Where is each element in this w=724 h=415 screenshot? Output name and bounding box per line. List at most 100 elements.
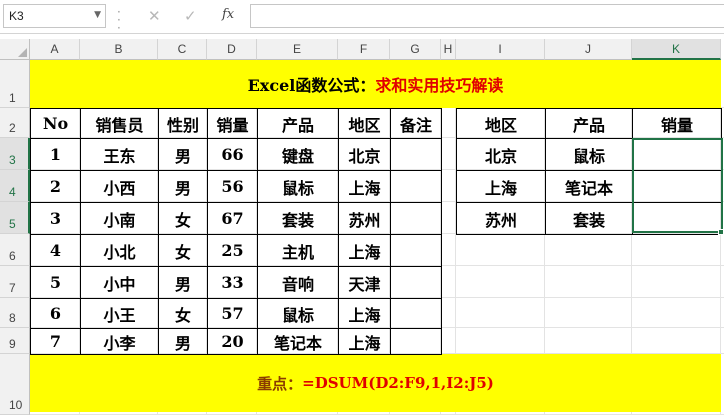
row-header-10[interactable]: 10 — [0, 354, 30, 415]
main-table-cell[interactable]: 上海 — [338, 170, 391, 203]
main-table-header[interactable]: 销量 — [207, 108, 258, 139]
column-header-i[interactable]: I — [456, 39, 545, 60]
row-header-9[interactable]: 9 — [0, 328, 30, 354]
criteria-table-cell[interactable]: 鼠标 — [545, 138, 633, 171]
fill-handle[interactable] — [718, 229, 724, 235]
criteria-table-cell[interactable]: 笔记本 — [545, 170, 633, 203]
main-table-cell[interactable] — [390, 234, 442, 267]
column-header-k[interactable]: K — [632, 39, 721, 60]
column-header-f[interactable]: F — [338, 39, 390, 60]
row-number: 8 — [9, 311, 16, 325]
insert-function-icon[interactable]: fx — [222, 7, 234, 22]
main-table-cell[interactable]: 小中 — [80, 266, 159, 299]
main-table-cell[interactable]: 笔记本 — [257, 328, 339, 355]
criteria-table-header[interactable]: 销量 — [632, 108, 722, 139]
main-table-cell[interactable]: 男 — [158, 266, 208, 299]
main-table-cell[interactable]: 小西 — [80, 170, 159, 203]
criteria-table-cell[interactable]: 上海 — [456, 170, 546, 203]
main-table-cell[interactable]: 男 — [158, 170, 208, 203]
main-table-cell[interactable]: 鼠标 — [257, 170, 339, 203]
main-table-header[interactable]: 备注 — [390, 108, 442, 139]
main-table-header[interactable]: No — [30, 108, 81, 139]
column-header-j[interactable]: J — [545, 39, 632, 60]
confirm-icon[interactable]: ✓ — [184, 7, 197, 25]
main-table-cell[interactable]: 上海 — [338, 328, 391, 355]
main-table-cell[interactable]: 女 — [158, 202, 208, 235]
main-table-cell[interactable]: 57 — [207, 298, 258, 329]
more-options-icon[interactable]: · · · — [117, 6, 121, 34]
main-table-cell[interactable] — [390, 138, 442, 171]
chevron-down-icon[interactable]: ▼ — [94, 10, 101, 20]
row-header-6[interactable]: 6 — [0, 234, 30, 266]
main-table-cell[interactable]: 56 — [207, 170, 258, 203]
column-header-c[interactable]: C — [158, 39, 207, 60]
column-header-h[interactable]: H — [441, 39, 456, 60]
column-header-d[interactable]: D — [207, 39, 257, 60]
criteria-table-cell[interactable]: 北京 — [456, 138, 546, 171]
main-table-cell[interactable] — [390, 328, 442, 355]
row-header-2[interactable]: 2 — [0, 108, 30, 138]
main-table-cell[interactable]: 键盘 — [257, 138, 339, 171]
main-table-cell[interactable]: 1 — [30, 138, 81, 171]
main-table-cell[interactable]: 上海 — [338, 298, 391, 329]
formula-input[interactable] — [250, 4, 724, 28]
row-header-3[interactable]: 3 — [0, 138, 30, 170]
row-number: 9 — [9, 337, 16, 351]
main-table-cell[interactable]: 女 — [158, 234, 208, 267]
row-number: 5 — [9, 217, 16, 231]
main-table-cell[interactable]: 6 — [30, 298, 81, 329]
criteria-table-header[interactable]: 地区 — [456, 108, 546, 139]
main-table-cell[interactable]: 音响 — [257, 266, 339, 299]
main-table-cell[interactable]: 67 — [207, 202, 258, 235]
selected-range[interactable] — [632, 138, 723, 233]
main-table-cell[interactable]: 鼠标 — [257, 298, 339, 329]
main-table-cell[interactable] — [390, 266, 442, 299]
main-table-cell[interactable]: 7 — [30, 328, 81, 355]
column-header-b[interactable]: B — [80, 39, 158, 60]
main-table-cell[interactable]: 33 — [207, 266, 258, 299]
main-table-cell[interactable]: 小北 — [80, 234, 159, 267]
main-table-cell[interactable]: 王东 — [80, 138, 159, 171]
cancel-icon[interactable]: ✕ — [148, 7, 161, 25]
main-table-cell[interactable]: 男 — [158, 328, 208, 355]
main-table-cell[interactable]: 20 — [207, 328, 258, 355]
main-table-cell[interactable]: 25 — [207, 234, 258, 267]
main-table-cell[interactable]: 北京 — [338, 138, 391, 171]
main-table-cell[interactable]: 主机 — [257, 234, 339, 267]
main-table-cell[interactable]: 男 — [158, 138, 208, 171]
main-table-cell[interactable]: 66 — [207, 138, 258, 171]
main-table-header[interactable]: 性别 — [158, 108, 208, 139]
main-table-cell[interactable]: 3 — [30, 202, 81, 235]
column-header-g[interactable]: G — [390, 39, 441, 60]
main-table-cell[interactable]: 套装 — [257, 202, 339, 235]
criteria-table-cell[interactable]: 苏州 — [456, 202, 546, 235]
row-header-8[interactable]: 8 — [0, 298, 30, 328]
main-table-cell[interactable] — [390, 170, 442, 203]
row-header-5[interactable]: 5 — [0, 202, 30, 234]
main-table-header[interactable]: 销售员 — [80, 108, 159, 139]
criteria-table-header[interactable]: 产品 — [545, 108, 633, 139]
criteria-table-cell[interactable]: 套装 — [545, 202, 633, 235]
select-all-button[interactable] — [0, 39, 30, 60]
row-header-1[interactable]: 1 — [0, 60, 30, 108]
name-box[interactable]: K3 ▼ — [3, 4, 106, 28]
main-table-cell[interactable] — [390, 202, 442, 235]
main-table-cell[interactable]: 天津 — [338, 266, 391, 299]
column-header-e[interactable]: E — [257, 39, 338, 60]
row-header-7[interactable]: 7 — [0, 266, 30, 298]
main-table-cell[interactable] — [390, 298, 442, 329]
main-table-cell[interactable]: 小王 — [80, 298, 159, 329]
row-header-4[interactable]: 4 — [0, 170, 30, 202]
main-table-cell[interactable]: 小南 — [80, 202, 159, 235]
main-table-cell[interactable]: 小李 — [80, 328, 159, 355]
main-table-cell[interactable]: 上海 — [338, 234, 391, 267]
main-table-header[interactable]: 地区 — [338, 108, 391, 139]
column-header-a[interactable]: A — [30, 39, 80, 60]
sheet-title: Excel函数公式： 求和实用技巧解读 — [30, 60, 721, 108]
main-table-cell[interactable]: 女 — [158, 298, 208, 329]
main-table-cell[interactable]: 5 — [30, 266, 81, 299]
main-table-cell[interactable]: 4 — [30, 234, 81, 267]
main-table-header[interactable]: 产品 — [257, 108, 339, 139]
main-table-cell[interactable]: 2 — [30, 170, 81, 203]
main-table-cell[interactable]: 苏州 — [338, 202, 391, 235]
